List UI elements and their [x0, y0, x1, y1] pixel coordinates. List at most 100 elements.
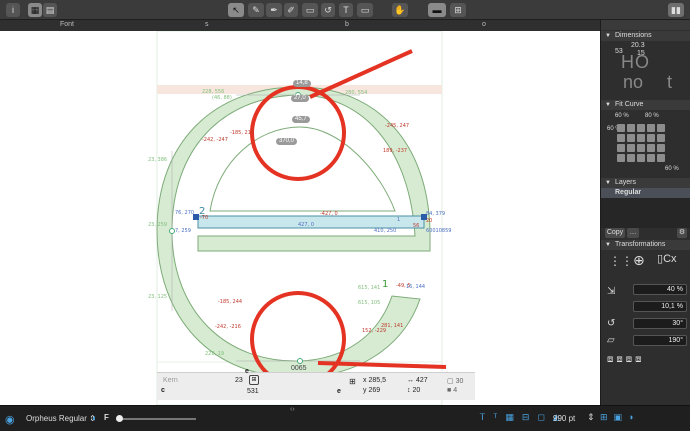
- node-bottom[interactable]: [297, 358, 303, 364]
- cx-button[interactable]: ▯Cx: [657, 252, 677, 265]
- info-button[interactable]: i: [6, 3, 20, 17]
- font-selector[interactable]: Orpheus Regular ⇕: [26, 414, 96, 423]
- gear-icon[interactable]: ⚙: [677, 228, 687, 238]
- align-grid-icon[interactable]: ⋮⋮: [609, 254, 633, 268]
- master-f-icon[interactable]: F: [104, 413, 109, 422]
- dimension-preview: HO: [621, 52, 650, 72]
- glyph-right-name: c: [161, 387, 165, 394]
- blue-label: 410, 250: [374, 228, 396, 234]
- offset-label: 189, -237: [383, 148, 407, 154]
- coord-label: 228, 19: [205, 351, 224, 357]
- rotate-tool-icon[interactable]: ↺: [321, 3, 335, 17]
- rotate-input[interactable]: 30°: [633, 318, 687, 329]
- pencil-tool-icon[interactable]: ✐: [284, 3, 298, 17]
- point-number: 1: [382, 279, 388, 290]
- list-view-button[interactable]: ▤: [43, 3, 57, 17]
- zoom-stepper-icon[interactable]: ⇕: [587, 412, 595, 423]
- more-button[interactable]: …: [627, 228, 639, 238]
- main-toolbar: i ▦ ▤ ↖ ✎ ✒ ✐ ▭ ↺ T ▭ ✋ ▬ ⊞ ▮▮: [0, 0, 690, 20]
- glyph-drawing[interactable]: 228, 556 (46, 88) 280, 554 23, 386 23, 2…: [0, 30, 600, 406]
- path-count: ■ 4: [447, 387, 458, 394]
- pen-tool-icon[interactable]: ✎: [248, 3, 264, 17]
- tab-o[interactable]: o: [482, 21, 486, 28]
- position-grid-icon[interactable]: ⊞: [349, 377, 356, 386]
- measure-tool-icon[interactable]: ⊞: [450, 3, 466, 17]
- eye-icon[interactable]: ◉: [5, 413, 15, 426]
- coord-label: (46, 88): [212, 95, 232, 101]
- coord-label: 615, 105: [358, 300, 380, 306]
- blue-label: 60010859: [426, 228, 451, 234]
- preview-option-icons[interactable]: ⊞▣◑: [600, 412, 639, 423]
- y-coordinate[interactable]: y 269: [363, 387, 380, 394]
- scale-secondary-input[interactable]: 10,1 %: [633, 301, 687, 312]
- offset-label: -242, -216: [215, 324, 241, 330]
- offset-label: 281, 141: [381, 323, 403, 329]
- status-bar: ◉ Orpheus Regular ⇕ ◐ F ‹› Ꭲᵀ▦⊟◻◭ 990 pt…: [0, 405, 690, 431]
- fit-value[interactable]: 60 %: [665, 166, 679, 172]
- transformations-header[interactable]: ▼ Transformations: [601, 240, 690, 250]
- tab-b[interactable]: b: [345, 21, 349, 28]
- blue-label: 20: [426, 218, 432, 224]
- dimension-preview: no: [623, 72, 644, 92]
- blue-label: 427, 0: [298, 222, 314, 228]
- height-value[interactable]: ↕ 20: [407, 387, 420, 394]
- sidebar-toggle-icon[interactable]: ▮▮: [668, 3, 684, 17]
- metrics-link-icon[interactable]: ⊞: [249, 375, 259, 385]
- fit-value[interactable]: 60 %: [615, 113, 629, 119]
- layers-list: [601, 198, 690, 228]
- flip-icons[interactable]: ⧈⧈⧈⧈: [607, 354, 644, 365]
- advance-value[interactable]: 531: [247, 388, 259, 395]
- select-tool-icon[interactable]: ↖: [228, 3, 244, 17]
- x-coordinate[interactable]: x 285,5: [363, 377, 386, 384]
- text-box-tool-icon[interactable]: ▭: [357, 3, 373, 17]
- text-tool-icon[interactable]: T: [339, 3, 353, 17]
- blue-label: 84, 379: [426, 211, 445, 217]
- fit-value[interactable]: 80 %: [645, 113, 659, 119]
- blue-label: 7, 259: [175, 228, 191, 234]
- copy-button[interactable]: Copy: [605, 228, 625, 238]
- scale-icon[interactable]: ⇲: [607, 286, 615, 297]
- rotate-icon[interactable]: ↺: [607, 318, 615, 329]
- tab-s[interactable]: s: [205, 21, 209, 28]
- master-color-icon[interactable]: ◐: [92, 413, 97, 423]
- blue-label: 16, 144: [406, 284, 425, 290]
- measure-pill: 14,8: [293, 80, 311, 87]
- lsb-value[interactable]: 23: [235, 377, 243, 384]
- glyph-unicode: 0065: [291, 365, 307, 372]
- blue-label: -70: [200, 215, 208, 221]
- sidebar-tab-bar: [601, 20, 690, 30]
- tab-font[interactable]: Font: [60, 21, 74, 28]
- zoom-slider[interactable]: [116, 418, 196, 420]
- glyph-edit-canvas[interactable]: 228, 556 (46, 88) 280, 554 23, 386 23, 2…: [0, 30, 600, 406]
- zoom-slider-knob[interactable]: [116, 415, 123, 422]
- coord-label: 23, 259: [148, 222, 167, 228]
- center-target-icon[interactable]: ⊕: [633, 252, 645, 269]
- kern-label: Kern: [163, 377, 178, 384]
- blue-label: 1: [397, 217, 400, 223]
- panel-splitter[interactable]: ‹›: [290, 406, 295, 413]
- fit-curve-header[interactable]: ▼ Fit Curve: [601, 100, 690, 110]
- layer-regular[interactable]: Regular: [601, 188, 690, 198]
- zoom-level[interactable]: 990 pt: [553, 414, 575, 423]
- width-value[interactable]: ↔ 427: [407, 377, 428, 384]
- dimension-value: 20.3: [631, 42, 645, 49]
- dimensions-header[interactable]: ▼ Dimensions: [601, 31, 690, 41]
- coord-label: 615, 141: [358, 285, 380, 291]
- counter-contour[interactable]: [209, 126, 396, 212]
- glyph-info-panel: Kern e c 23 ⊞ 531 e ⊞ x 285,5 y 269 ↔ 42…: [157, 368, 475, 400]
- layers-header[interactable]: ▼ Layers: [601, 178, 690, 188]
- rectangle-tool-icon[interactable]: ▭: [302, 3, 318, 17]
- hand-tool-icon[interactable]: ✋: [392, 3, 408, 17]
- scale-input[interactable]: 40 %: [633, 284, 687, 295]
- blue-label: 76, 270: [175, 210, 194, 216]
- preview-tool-icon[interactable]: ▬: [428, 3, 446, 17]
- brush-tool-icon[interactable]: ✒: [266, 3, 282, 17]
- glyph-left-name: e: [245, 368, 249, 375]
- slant-input[interactable]: 190°: [633, 335, 687, 346]
- coord-label: 23, 125: [148, 294, 167, 300]
- offset-label: -427, 0: [320, 211, 338, 217]
- grid-view-button[interactable]: ▦: [28, 3, 42, 17]
- slant-icon[interactable]: ▱: [607, 335, 615, 346]
- node-left[interactable]: [169, 228, 175, 234]
- glyph-current-name: e: [337, 388, 341, 395]
